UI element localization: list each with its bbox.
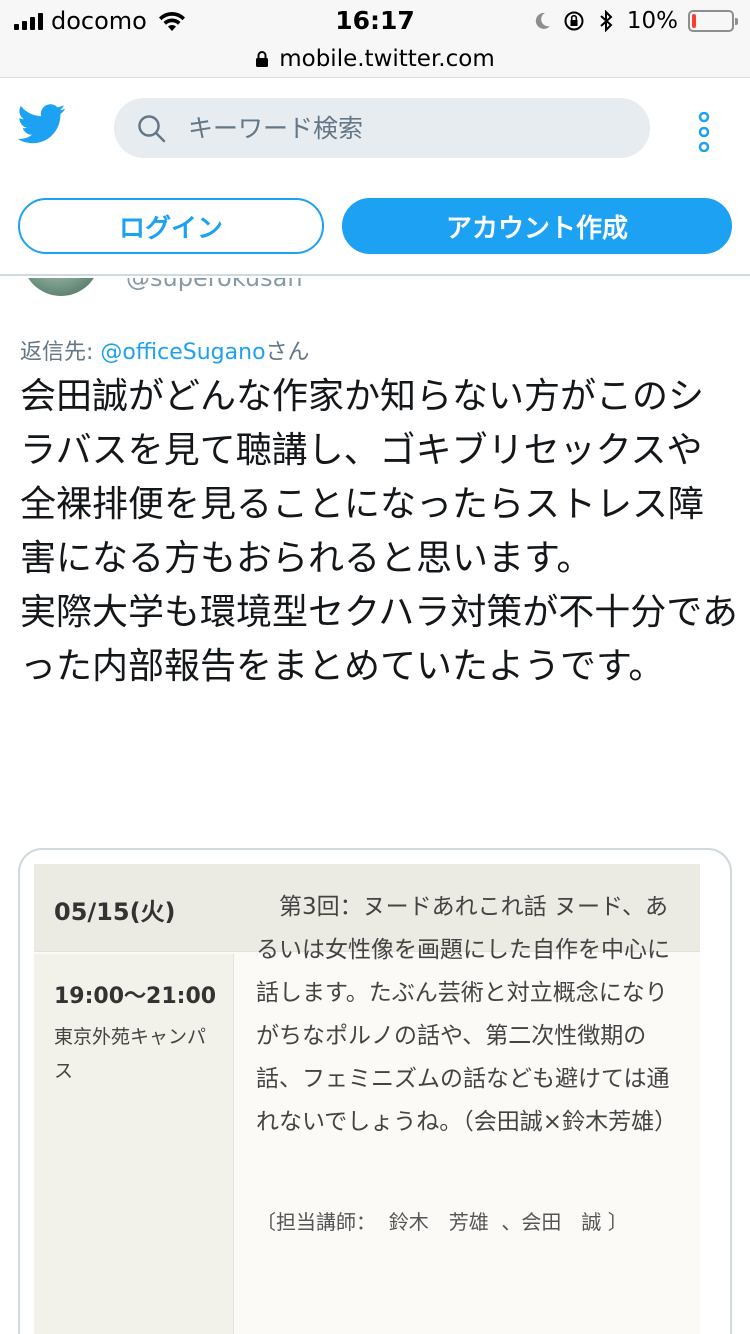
- lecture-date: 05/15(火): [54, 898, 176, 926]
- status-bar: docomo 16:17 10%: [0, 0, 750, 40]
- auth-bar: ログイン アカウント作成: [0, 182, 750, 276]
- url-bar[interactable]: mobile.twitter.com: [0, 40, 750, 78]
- tweet: @superokusan 返信先: @officeSuganoさん 会田誠がどん…: [0, 278, 750, 1334]
- status-right: 10%: [531, 8, 738, 34]
- bluetooth-icon: [600, 10, 613, 32]
- lecture-time: 19:00〜21:00: [54, 984, 217, 1009]
- twitter-header: [0, 78, 750, 182]
- user-handle[interactable]: @superokusan: [126, 278, 303, 292]
- tweet-text: 会田誠がどんな作家か知らない方がこのシラバスを見て聴講し、ゴキブリセックスや全裸…: [20, 376, 738, 687]
- schedule-column: 19:00〜21:00 東京外苑キャンパス: [34, 954, 234, 1334]
- search-box[interactable]: [114, 98, 650, 158]
- search-icon: [138, 115, 166, 143]
- battery-level: [692, 14, 696, 28]
- media-card[interactable]: 05/15(火) 19:00〜21:00 東京外苑キャンパス 第3回：ヌードあれ…: [18, 848, 732, 1334]
- login-button[interactable]: ログイン: [18, 198, 324, 254]
- reply-suffix: さん: [265, 340, 310, 365]
- lock-icon: [256, 50, 269, 67]
- rotation-lock-icon: [564, 11, 584, 31]
- vertical-dots-icon[interactable]: [696, 112, 712, 152]
- lecture-venue: 東京外苑キャンパス: [54, 1026, 207, 1082]
- battery-percent: 10%: [626, 8, 678, 34]
- battery-icon: [688, 10, 738, 32]
- page-url: mobile.twitter.com: [279, 45, 495, 72]
- syllabus-image: 05/15(火) 19:00〜21:00 東京外苑キャンパス 第3回：ヌードあれ…: [34, 864, 700, 1334]
- twitter-bird-icon[interactable]: [18, 104, 66, 144]
- reply-to-line: 返信先: @officeSuganoさん: [20, 334, 310, 366]
- lecture-description: 第3回：ヌードあれこれ話 ヌード、あるいは女性像を画題にした自作を中心に話します…: [256, 894, 678, 1135]
- reply-to-link[interactable]: @officeSugano: [100, 340, 265, 365]
- lecturers-line: 〔担当講師： 鈴木 芳雄 、会田 誠 〕: [256, 1210, 628, 1234]
- moon-icon: [535, 12, 550, 29]
- reply-prefix: 返信先:: [20, 340, 101, 365]
- signup-button[interactable]: アカウント作成: [342, 198, 732, 254]
- search-input[interactable]: [188, 108, 628, 148]
- avatar[interactable]: [22, 278, 100, 296]
